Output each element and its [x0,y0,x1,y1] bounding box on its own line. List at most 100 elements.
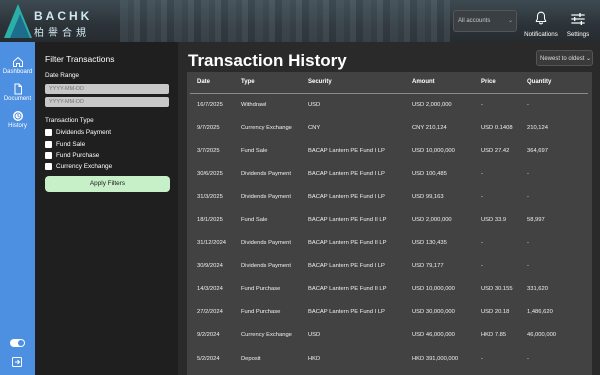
price-cell: - [481,170,483,177]
amount-cell: CNY 210,124 [412,124,447,131]
quantity-cell: 1,486,620 [527,309,553,316]
security-cell: HKD [308,355,321,362]
bell-icon [535,11,547,25]
quantity-cell: 331,620 [527,286,548,293]
table-row[interactable]: 9/2/2024 Currency Exchange USD USD 46,000,0… [190,324,588,347]
home-icon [12,56,23,67]
amount-cell: USD 30,000,000 [412,309,455,316]
date-cell: 30/9/2024 [197,263,223,270]
security-cell: BACAP Lantern PE Fund II LP [308,286,387,293]
table-body: 16/7/2025 Withdrawl USD USD 2,000,000 - - 9/7/… [190,93,588,370]
logo-mark-inner-icon [10,14,30,38]
document-icon [14,83,22,95]
type-cell: Fund Sale [241,147,268,154]
table-row[interactable]: 27/2/2024 Fund Purchase BACAP Lantern PE F… [190,301,588,324]
price-cell: - [481,263,483,270]
table-row[interactable]: 9/7/2025 Currency Exchange CNY CNY 210,124 U… [190,116,588,139]
date-cell: 9/7/2025 [197,124,220,131]
date-cell: 16/7/2025 [197,101,223,108]
table-row[interactable]: 31/3/2025 Dividends Payment BACAP Lantern … [190,185,588,208]
transaction-type-label: Transaction Type [45,117,94,124]
column-header-amount[interactable]: Amount [405,72,474,94]
checkbox-label: Fund Sale [56,141,86,148]
chevron-down-icon: ⌄ [507,18,513,24]
checkbox[interactable] [45,129,52,136]
type-cell: Fund Purchase [241,286,281,293]
column-header-quantity[interactable]: Quantity [520,72,588,94]
account-select-value: All accounts [458,18,491,24]
price-cell: - [481,355,483,362]
company-logo[interactable]: BACHK 柏譽合規 [0,0,110,42]
logo-text: BACHK [34,9,93,23]
chevron-down-icon: ⌄ [586,56,592,62]
column-header-date[interactable]: Date [190,72,234,94]
type-cell: Withdrawl [241,101,267,108]
date-to-input[interactable] [45,97,169,107]
logout-icon[interactable] [11,356,23,368]
sidebar-item-label: Document [3,96,32,102]
quantity-cell: - [527,355,529,362]
type-cell: Currency Exchange [241,332,292,339]
checkbox[interactable] [45,152,52,159]
security-cell: USD [308,101,321,108]
table-row[interactable]: 16/7/2025 Withdrawl USD USD 2,000,000 - - [190,93,588,116]
checkbox-label: Fund Purchase [56,152,100,159]
price-cell: - [481,193,483,200]
date-cell: 5/2/2024 [197,355,220,362]
table-row[interactable]: 31/12/2024 Dividends Payment BACAP Lantern… [190,232,588,255]
quantity-cell: 364,697 [527,147,548,154]
column-header-security[interactable]: Security [301,72,405,94]
history-icon [12,111,23,121]
date-cell: 18/1/2025 [197,217,223,224]
account-select[interactable]: All accounts ⌄ [453,10,517,32]
settings-label: Settings [566,31,590,38]
apply-filters-button[interactable]: Apply Filters [45,176,170,192]
sidebar-item-label: Dashboard [2,69,33,75]
filter-title: Filter Transactions [45,54,115,64]
price-cell: USD 20.18 [481,309,510,316]
column-header-type[interactable]: Type [234,72,301,94]
page-title: Transaction History [188,51,347,70]
checkbox-label: Dividends Payment [56,129,112,136]
security-cell: BACAP Lantern PE Fund I LP [308,263,385,270]
price-cell: USD 30.155 [481,286,513,293]
sidebar-item-dashboard[interactable]: Dashboard [0,56,35,75]
quantity-cell: 46,000,000 [527,332,557,339]
table-row[interactable]: 30/9/2024 Dividends Payment BACAP Lantern … [190,255,588,278]
date-from-input[interactable] [45,84,169,94]
column-header-price[interactable]: Price [474,72,520,94]
quantity-cell: - [527,101,529,108]
security-cell: BACAP Lantern PE Fund II LP [308,240,387,247]
checkbox[interactable] [45,163,52,170]
table-row[interactable]: 14/3/2024 Fund Purchase BACAP Lantern PE F… [190,278,588,301]
security-cell: BACAP Lantern PE Fund I LP [308,147,385,154]
sidebar-item-document[interactable]: Document [0,83,35,102]
type-cell: Dividends Payment [241,263,291,270]
security-cell: BACAP Lantern PE Fund II LP [308,217,387,224]
table-row[interactable]: 5/2/2024 Deposit HKD HKD 391,000,000 - - [190,347,588,370]
quantity-cell: - [527,263,529,270]
table-row[interactable]: 3/7/2025 Fund Sale BACAP Lantern PE Fund I… [190,139,588,162]
amount-cell: USD 79,177 [412,263,444,270]
date-cell: 3/7/2025 [197,147,220,154]
table-row[interactable]: 30/6/2025 Dividends Payment BACAP Lantern … [190,162,588,185]
main-content: Transaction History Newest to oldest ⌄ D… [178,42,600,375]
sidebar-item-label: History [8,123,27,129]
price-cell: HKD 7.85 [481,332,507,339]
security-cell: BACAP Lantern PE Fund I LP [308,170,385,177]
checkbox[interactable] [45,141,52,148]
sidebar-item-history[interactable]: History [0,110,35,129]
type-cell: Currency Exchange [241,124,292,131]
theme-toggle[interactable] [10,339,25,347]
table-row[interactable]: 18/1/2025 Fund Sale BACAP Lantern PE Fund … [190,208,588,231]
type-cell: Fund Sale [241,217,268,224]
price-cell: - [481,240,483,247]
settings-sliders-icon [571,13,585,25]
quantity-cell: - [527,193,529,200]
price-cell: USD 27.42 [481,147,510,154]
logo-subtext: 柏譽合規 [34,28,90,39]
sort-select[interactable]: Newest to oldest ⌄ [536,50,593,66]
sidebar: Dashboard Document History [0,42,35,375]
amount-cell: USD 10,000,000 [412,147,455,154]
settings-button[interactable]: Settings [556,10,600,40]
